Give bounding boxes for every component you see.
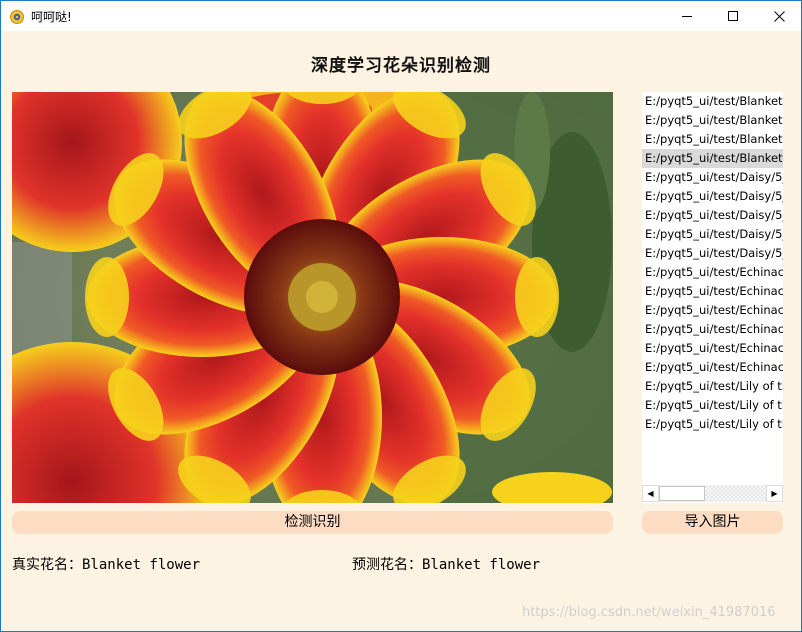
title-bar[interactable]: 呵呵哒! <box>1 1 801 31</box>
list-item[interactable]: E:/pyqt5_ui/test/Echinac <box>642 301 783 320</box>
list-item[interactable]: E:/pyqt5_ui/test/Blanket <box>642 130 783 149</box>
app-window: 呵呵哒! 深度学习花朵识别检测 E:/pyqt5_ui/test/Blanket… <box>0 0 802 632</box>
list-item[interactable]: E:/pyqt5_ui/test/Echinac <box>642 358 783 377</box>
horizontal-scrollbar[interactable]: ◀ ▶ <box>642 485 783 502</box>
list-item[interactable]: E:/pyqt5_ui/test/Echinac <box>642 320 783 339</box>
list-item[interactable]: E:/pyqt5_ui/test/Daisy/5_ <box>642 225 783 244</box>
file-list[interactable]: E:/pyqt5_ui/test/Blanket E:/pyqt5_ui/test… <box>642 92 783 503</box>
file-list-items: E:/pyqt5_ui/test/Blanket E:/pyqt5_ui/test… <box>642 92 783 434</box>
scroll-thumb[interactable] <box>659 486 705 501</box>
minimize-icon <box>681 15 692 17</box>
true-flower-name: 真实花名：Blanket flower <box>12 557 201 573</box>
maximize-icon <box>727 10 738 21</box>
scroll-right-icon[interactable]: ▶ <box>766 485 783 502</box>
list-item[interactable]: E:/pyqt5_ui/test/Daisy/5_ <box>642 187 783 206</box>
list-item[interactable]: E:/pyqt5_ui/test/Echinac <box>642 339 783 358</box>
list-item[interactable]: E:/pyqt5_ui/test/Daisy/5_ <box>642 168 783 187</box>
list-item[interactable]: E:/pyqt5_ui/test/Lily of th <box>642 377 783 396</box>
list-item[interactable]: E:/pyqt5_ui/test/Lily of th <box>642 415 783 434</box>
app-logo-icon <box>10 9 24 24</box>
list-item[interactable]: E:/pyqt5_ui/test/Echinac <box>642 282 783 301</box>
list-item[interactable]: E:/pyqt5_ui/test/Echinac <box>642 263 783 282</box>
import-image-button[interactable]: 导入图片 <box>642 511 783 534</box>
flower-image-display <box>12 92 613 503</box>
list-item[interactable]: E:/pyqt5_ui/test/Blanket <box>642 111 783 130</box>
list-item[interactable]: E:/pyqt5_ui/test/Blanket <box>642 92 783 111</box>
predicted-flower-name: 预测花名：Blanket flower <box>352 557 541 573</box>
window-title: 呵呵哒! <box>31 10 72 24</box>
list-item[interactable]: E:/pyqt5_ui/test/Blanket <box>642 149 783 168</box>
minimize-button[interactable] <box>664 1 710 31</box>
list-item[interactable]: E:/pyqt5_ui/test/Daisy/5_ <box>642 206 783 225</box>
flower-photo-icon <box>12 92 613 503</box>
list-item[interactable]: E:/pyqt5_ui/test/Daisy/5_ <box>642 244 783 263</box>
close-button[interactable] <box>756 1 801 31</box>
close-icon <box>773 10 785 22</box>
watermark-text: https://blog.csdn.net/weixin_41987016 <box>522 605 776 620</box>
maximize-button[interactable] <box>710 1 756 31</box>
detect-button[interactable]: 检测识别 <box>12 511 613 534</box>
page-title: 深度学习花朵识别检测 <box>311 56 491 76</box>
scroll-left-icon[interactable]: ◀ <box>642 485 659 502</box>
list-item[interactable]: E:/pyqt5_ui/test/Lily of th <box>642 396 783 415</box>
